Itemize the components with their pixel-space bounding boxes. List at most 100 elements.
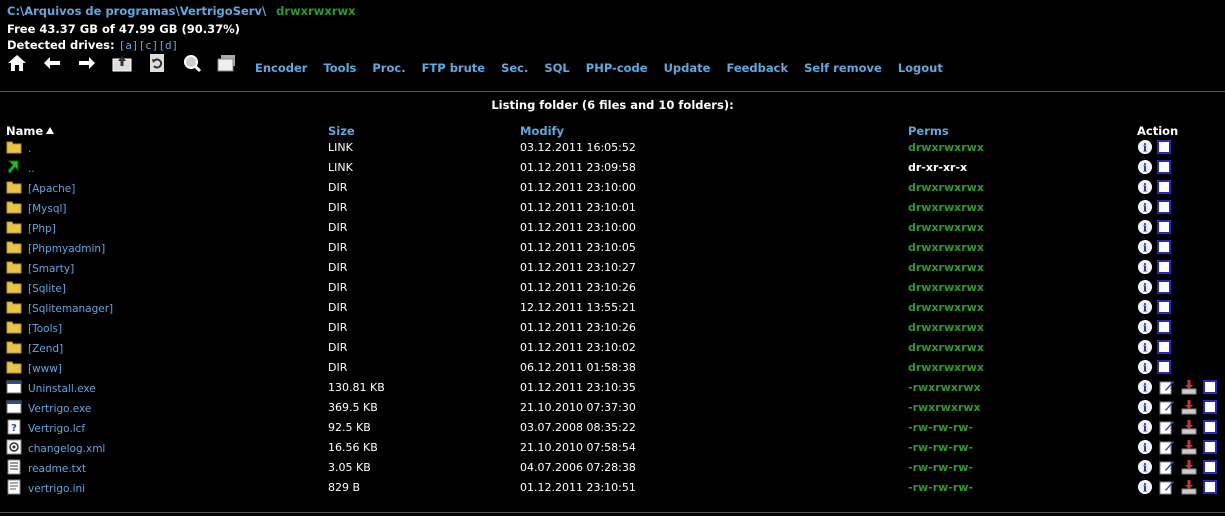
entry-name-link[interactable]: . — [28, 143, 31, 155]
menu-sql[interactable]: SQL — [544, 61, 569, 75]
entry-perms-link[interactable]: -rw-rw-rw- — [908, 461, 973, 474]
menu-ftp-brute[interactable]: FTP brute — [422, 61, 486, 75]
entry-name-link[interactable]: [Sqlitemanager] — [28, 303, 113, 315]
info-icon[interactable]: i — [1137, 479, 1153, 495]
info-icon[interactable]: i — [1137, 199, 1153, 215]
entry-perms-link[interactable]: drwxrwxrwx — [908, 201, 984, 214]
entry-name-link[interactable]: [Zend] — [28, 343, 63, 355]
drive-c-link[interactable]: [c] — [138, 39, 158, 52]
entry-perms-link[interactable]: -rw-rw-rw- — [908, 421, 973, 434]
select-checkbox[interactable] — [1202, 479, 1218, 495]
info-icon[interactable]: i — [1137, 239, 1153, 255]
entry-perms-link[interactable]: -rw-rw-rw- — [908, 441, 973, 454]
edit-icon[interactable] — [1159, 379, 1175, 395]
parent-folder-icon[interactable] — [111, 52, 133, 74]
entry-name-link[interactable]: vertrigo.ini — [28, 483, 85, 495]
menu-self-remove[interactable]: Self remove — [804, 61, 882, 75]
menu-tools[interactable]: Tools — [323, 61, 356, 75]
entry-name-link[interactable]: [Phpmyadmin] — [28, 243, 105, 255]
entry-perms-link[interactable]: drwxrwxrwx — [908, 181, 984, 194]
info-icon[interactable]: i — [1137, 419, 1153, 435]
entry-name-link[interactable]: Uninstall.exe — [28, 383, 96, 395]
menu-feedback[interactable]: Feedback — [726, 61, 788, 75]
entry-name-link[interactable]: [Smarty] — [28, 263, 74, 275]
entry-name-link[interactable]: changelog.xml — [28, 443, 105, 455]
edit-icon[interactable] — [1159, 459, 1175, 475]
menu-update[interactable]: Update — [664, 61, 711, 75]
entry-name-link[interactable]: Vertrigo.lcf — [28, 423, 85, 435]
select-checkbox[interactable] — [1202, 419, 1218, 435]
entry-perms-link[interactable]: drwxrwxrwx — [908, 321, 984, 334]
download-icon[interactable] — [1181, 479, 1197, 495]
select-checkbox[interactable] — [1156, 339, 1172, 355]
edit-icon[interactable] — [1159, 419, 1175, 435]
select-checkbox[interactable] — [1156, 219, 1172, 235]
entry-perms-link[interactable]: drwxrwxrwx — [908, 361, 984, 374]
info-icon[interactable]: i — [1137, 359, 1153, 375]
entry-perms-link[interactable]: -rwxrwxrwx — [908, 381, 981, 394]
entry-perms-link[interactable]: drwxrwxrwx — [908, 261, 984, 274]
column-header-perms[interactable]: Perms — [908, 124, 949, 138]
menu-php-code[interactable]: PHP-code — [586, 61, 648, 75]
entry-perms-link[interactable]: drwxrwxrwx — [908, 221, 984, 234]
entry-name-link[interactable]: Vertrigo.exe — [28, 403, 91, 415]
refresh-icon[interactable] — [146, 52, 168, 74]
forward-arrow-icon[interactable] — [76, 52, 98, 74]
menu-logout[interactable]: Logout — [898, 61, 943, 75]
entry-name-link[interactable]: [Apache] — [28, 183, 75, 195]
select-checkbox[interactable] — [1156, 279, 1172, 295]
edit-icon[interactable] — [1159, 479, 1175, 495]
info-icon[interactable]: i — [1137, 259, 1153, 275]
entry-perms-link[interactable]: drwxrwxrwx — [908, 341, 984, 354]
info-icon[interactable]: i — [1137, 459, 1153, 475]
entry-name-link[interactable]: .. — [28, 163, 35, 175]
info-icon[interactable]: i — [1137, 179, 1153, 195]
entry-perms-link[interactable]: -rw-rw-rw- — [908, 481, 973, 494]
download-icon[interactable] — [1181, 399, 1197, 415]
info-icon[interactable]: i — [1137, 399, 1153, 415]
select-checkbox[interactable] — [1156, 199, 1172, 215]
info-icon[interactable]: i — [1137, 139, 1153, 155]
edit-icon[interactable] — [1159, 399, 1175, 415]
entry-name-link[interactable]: readme.txt — [28, 463, 86, 475]
folder-stack-icon[interactable] — [216, 52, 238, 74]
select-checkbox[interactable] — [1156, 179, 1172, 195]
entry-name-link[interactable]: [Tools] — [28, 323, 62, 335]
select-checkbox[interactable] — [1156, 359, 1172, 375]
home-icon[interactable] — [6, 52, 28, 74]
menu-sec[interactable]: Sec. — [501, 61, 528, 75]
select-checkbox[interactable] — [1156, 139, 1172, 155]
entry-perms-link[interactable]: -rwxrwxrwx — [908, 401, 981, 414]
info-icon[interactable]: i — [1137, 219, 1153, 235]
column-header-name[interactable]: Name — [6, 124, 55, 138]
drive-d-link[interactable]: [d] — [158, 39, 178, 52]
download-icon[interactable] — [1181, 379, 1197, 395]
back-arrow-icon[interactable] — [41, 52, 63, 74]
download-icon[interactable] — [1181, 419, 1197, 435]
entry-name-link[interactable]: [Php] — [28, 223, 56, 235]
entry-perms-link[interactable]: dr-xr-xr-x — [908, 161, 967, 174]
entry-perms-link[interactable]: drwxrwxrwx — [908, 281, 984, 294]
select-checkbox[interactable] — [1156, 299, 1172, 315]
info-icon[interactable]: i — [1137, 379, 1153, 395]
column-header-size[interactable]: Size — [328, 124, 355, 138]
entry-name-link[interactable]: [Sqlite] — [28, 283, 66, 295]
info-icon[interactable]: i — [1137, 439, 1153, 455]
menu-proc[interactable]: Proc. — [372, 61, 405, 75]
edit-icon[interactable] — [1159, 439, 1175, 455]
entry-perms-link[interactable]: drwxrwxrwx — [908, 241, 984, 254]
search-icon[interactable] — [181, 52, 203, 74]
info-icon[interactable]: i — [1137, 339, 1153, 355]
info-icon[interactable]: i — [1137, 299, 1153, 315]
download-icon[interactable] — [1181, 439, 1197, 455]
current-path-link[interactable]: C:\Arquivos de programas\VertrigoServ\ — [7, 4, 266, 18]
select-checkbox[interactable] — [1156, 159, 1172, 175]
select-checkbox[interactable] — [1202, 439, 1218, 455]
select-checkbox[interactable] — [1202, 459, 1218, 475]
menu-encoder[interactable]: Encoder — [255, 61, 307, 75]
select-checkbox[interactable] — [1156, 319, 1172, 335]
select-checkbox[interactable] — [1156, 239, 1172, 255]
info-icon[interactable]: i — [1137, 319, 1153, 335]
select-checkbox[interactable] — [1156, 259, 1172, 275]
entry-perms-link[interactable]: drwxrwxrwx — [908, 141, 984, 154]
